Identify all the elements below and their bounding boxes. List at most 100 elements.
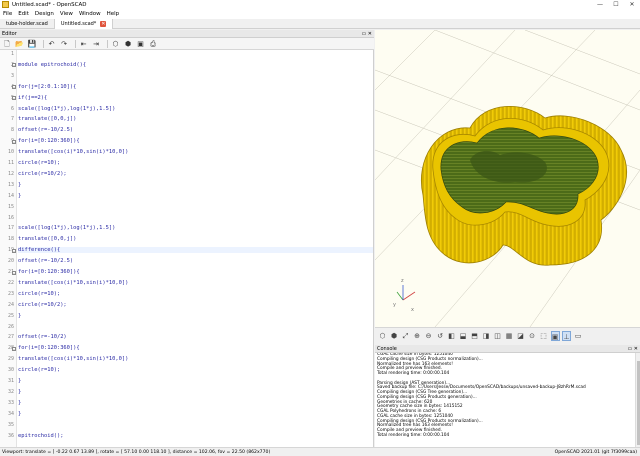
preview-icon[interactable]: ⬡ [111, 39, 121, 49]
line-number: 24 [7, 301, 14, 308]
close-window-button[interactable]: ✕ [624, 0, 640, 9]
view-right-icon[interactable]: ◧ [447, 331, 456, 341]
code-line: } [18, 192, 22, 199]
menu-design[interactable]: Design [35, 11, 54, 17]
zoom-in-icon[interactable]: ⊕ [413, 331, 422, 341]
menu-view[interactable]: View [60, 11, 73, 17]
view-top-icon[interactable]: ⬓ [459, 331, 468, 341]
new-file-icon[interactable]: 🗋 [2, 39, 12, 49]
code-line: circle(r=10); [18, 160, 61, 166]
openscad-app-icon [2, 1, 9, 8]
code-line: translate([cos(i)*10,sin(i)*10,0]) [18, 279, 129, 286]
reset-view-icon[interactable]: ↺ [436, 331, 445, 341]
indent-icon[interactable]: ⇥ [91, 39, 101, 49]
line-number: 20 [7, 258, 14, 265]
code-line: scale([log(1*j),log(1*j),1.5]) [18, 105, 116, 112]
close-tab-icon[interactable]: ✕ [100, 21, 107, 27]
fold-marker-icon[interactable]: - [12, 270, 16, 275]
code-line: scale([log(1*j),log(1*j),1.5]) [18, 225, 116, 232]
code-line: } [18, 378, 22, 384]
code-line: translate([cos(i)*10,sin(i)*10,0]) [18, 356, 129, 363]
undo-icon[interactable]: ↶ [47, 39, 57, 49]
console-panel-header: Console ▭ ✕ [375, 345, 640, 353]
code-line: } [18, 410, 22, 417]
show-axes-icon[interactable]: ⊥ [562, 331, 571, 341]
menu-edit[interactable]: Edit [18, 11, 29, 17]
tab-label: Untitled.scad* [60, 21, 97, 27]
view-back-icon[interactable]: ▦ [505, 331, 514, 341]
menu-help[interactable]: Help [107, 11, 120, 17]
fold-marker-icon[interactable]: - [12, 85, 16, 90]
minimize-button[interactable]: — [592, 0, 608, 9]
code-line: for(i=[0:120:360]){ [18, 345, 80, 352]
code-line: offset(r=-10/2.5) [18, 258, 74, 265]
code-line: translate([cos(i)*10,sin(i)*10,0]) [18, 149, 129, 156]
line-number: 27 [7, 334, 14, 341]
line-number: 22 [7, 279, 14, 286]
svg-text:y: y [393, 302, 396, 308]
send-to-print-icon[interactable]: ⎙ [148, 39, 158, 49]
code-line: circle(r=10); [18, 367, 61, 374]
code-line: } [18, 312, 22, 319]
render-canvas: x y z [375, 30, 640, 327]
line-number: 8 [10, 127, 14, 134]
export-stl-icon[interactable]: ▣ [136, 39, 146, 49]
redo-icon[interactable]: ↷ [59, 39, 69, 49]
editor-dock-buttons[interactable]: ▭ ✕ [361, 30, 372, 38]
fold-marker-icon[interactable]: - [12, 139, 16, 144]
zoom-all-icon[interactable]: ⤢ [401, 331, 410, 341]
code-line: circle(r=10/2); [18, 170, 67, 177]
show-edges-icon[interactable]: ▭ [574, 331, 583, 341]
console-output[interactable]: CGAL cache size in bytes: 1251040 Compili… [375, 353, 640, 447]
code-line: offset(r=-10/2.5) [18, 127, 74, 134]
status-bar: Viewport: translate = [ -0.22 0.67 13.89… [0, 447, 640, 456]
code-line: for(j=[2:0.1:10]){ [18, 83, 77, 90]
view-front-icon[interactable]: ◫ [493, 331, 502, 341]
version-label: OpenSCAD 2021.01 (git 7f3099caa) [554, 450, 637, 455]
view-bottom-icon[interactable]: ⬒ [470, 331, 479, 341]
perspective-icon[interactable]: ⬚ [539, 331, 548, 341]
line-number-gutter: 12-34-5-6789-10111213141516171819-2021-2… [0, 50, 17, 447]
line-number: 34 [7, 410, 14, 417]
code-line: circle(r=10); [18, 290, 61, 297]
render-icon[interactable]: ⬢ [390, 331, 399, 341]
tab-tube-holder[interactable]: tube-holder.scad [0, 19, 55, 29]
save-file-icon[interactable]: 💾 [27, 39, 37, 49]
code-line: epitrochoid(); [18, 432, 64, 439]
view-diagonal-icon[interactable]: ◪ [516, 331, 525, 341]
render-icon[interactable]: ⬢ [123, 39, 133, 49]
editor-panel-header: Editor ▭ ✕ [0, 30, 374, 38]
fold-marker-icon[interactable]: - [12, 248, 16, 253]
orthogonal-icon[interactable]: ▣ [550, 331, 560, 341]
fold-marker-icon[interactable]: - [12, 346, 16, 351]
zoom-out-icon[interactable]: ⊖ [424, 331, 433, 341]
menu-file[interactable]: File [3, 11, 12, 17]
menu-window[interactable]: Window [79, 11, 101, 17]
line-number: 13 [7, 181, 14, 188]
code-editor[interactable]: 12-34-5-6789-10111213141516171819-2021-2… [0, 50, 374, 447]
3d-viewport[interactable]: x y z [375, 30, 640, 327]
open-file-icon[interactable]: 📂 [15, 39, 25, 49]
code-line: offset(r=-10/2) [18, 334, 67, 341]
code-line: for(i=[0:120:360]){ [18, 138, 80, 145]
code-line: circle(r=10/2); [18, 301, 67, 308]
code-line: } [18, 388, 22, 395]
line-number: 26 [7, 323, 14, 330]
preview-icon[interactable]: ⬡ [378, 331, 387, 341]
line-number: 32 [7, 388, 14, 395]
code-line: } [18, 181, 22, 188]
fold-marker-icon[interactable]: - [12, 96, 16, 101]
fold-marker-icon[interactable]: - [12, 63, 16, 68]
line-number: 6 [10, 105, 14, 112]
view-left-icon[interactable]: ◨ [482, 331, 491, 341]
document-tabs: tube-holder.scad Untitled.scad* ✕ [0, 19, 640, 29]
toolbar-separator [74, 39, 76, 48]
view-center-icon[interactable]: ⊙ [528, 331, 537, 341]
console-dock-buttons[interactable]: ▭ ✕ [627, 345, 638, 353]
maximize-button[interactable]: ☐ [608, 0, 624, 9]
epitrochoid-model [421, 106, 627, 266]
tab-untitled[interactable]: Untitled.scad* ✕ [54, 19, 114, 29]
console-scrollbar[interactable] [635, 353, 640, 447]
console-line: Total rendering time: 0:00:00.104 [377, 432, 450, 438]
unindent-icon[interactable]: ⇤ [79, 39, 89, 49]
